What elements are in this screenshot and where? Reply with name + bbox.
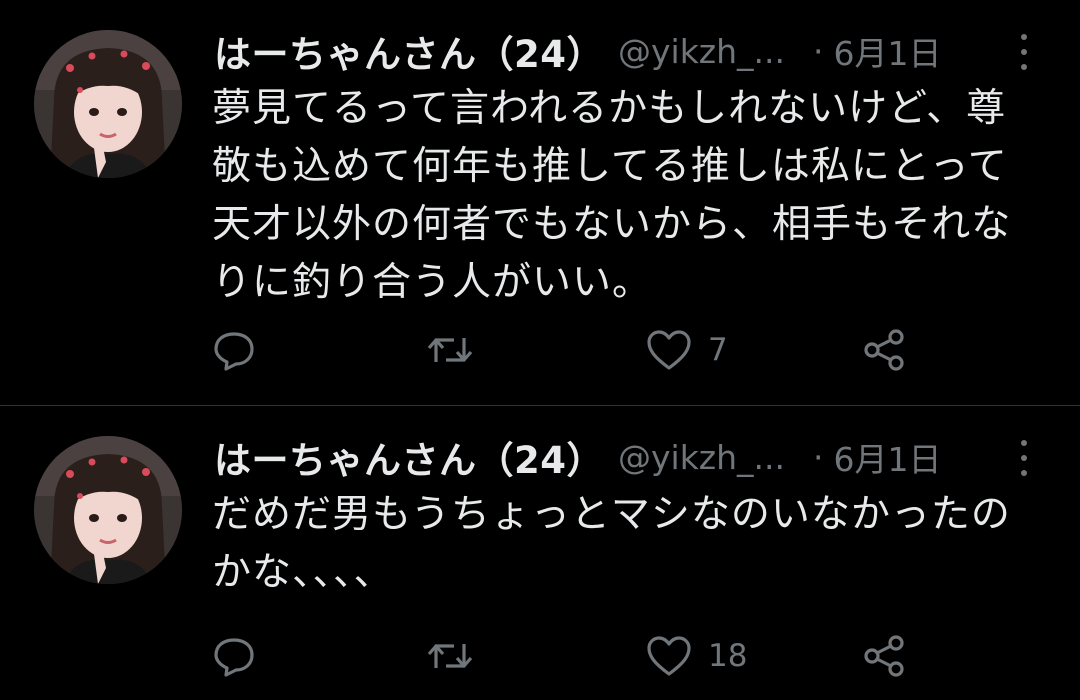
like-count: 18 (708, 638, 748, 674)
user-handle[interactable]: @yikzh_... (618, 438, 785, 477)
tweet[interactable]: はーちゃんさん（24） @yikzh_... · 6月1日 だめだ男もうちょっと… (0, 406, 1080, 700)
reply-icon (212, 328, 256, 372)
like-button[interactable]: 7 (646, 326, 728, 374)
reply-button[interactable] (212, 632, 272, 680)
retweet-icon (426, 328, 474, 372)
tweet-header: はーちゃんさん（24） @yikzh_... · 6月1日 (214, 430, 1034, 484)
share-button[interactable] (862, 326, 908, 374)
user-handle[interactable]: @yikzh_... (618, 32, 785, 71)
display-name[interactable]: はーちゃんさん（24） (214, 24, 604, 78)
action-bar: 18 (212, 632, 932, 680)
more-options-icon[interactable] (1014, 30, 1034, 74)
tweet-date[interactable]: 6月1日 (834, 433, 942, 481)
share-icon (862, 634, 908, 678)
avatar[interactable] (34, 436, 182, 584)
tweet-text: 夢見てるって言われるかもしれないけど、尊敬も込めて何年も推してる推しは私にとって… (212, 86, 1012, 305)
display-name[interactable]: はーちゃんさん（24） (214, 430, 604, 484)
retweet-button[interactable] (426, 632, 490, 680)
like-icon (646, 328, 692, 372)
retweet-icon (426, 634, 474, 678)
like-count: 7 (708, 332, 728, 368)
share-button[interactable] (862, 632, 908, 680)
reply-button[interactable] (212, 326, 272, 374)
action-bar: 7 (212, 326, 932, 374)
separator-dot: · (813, 437, 824, 477)
like-button[interactable]: 18 (646, 632, 747, 680)
avatar[interactable] (34, 30, 182, 178)
like-icon (646, 634, 692, 678)
tweet-date[interactable]: 6月1日 (834, 27, 942, 75)
more-options-icon[interactable] (1014, 436, 1034, 480)
tweet-text: だめだ男もうちょっとマシなのいなかったのかな、、、、 (212, 492, 1011, 595)
retweet-button[interactable] (426, 326, 490, 374)
tweet[interactable]: はーちゃんさん（24） @yikzh_... · 6月1日 夢見てるって言われる… (0, 0, 1080, 405)
tweet-header: はーちゃんさん（24） @yikzh_... · 6月1日 (214, 24, 1034, 78)
separator-dot: · (813, 31, 824, 71)
reply-icon (212, 634, 256, 678)
share-icon (862, 328, 908, 372)
